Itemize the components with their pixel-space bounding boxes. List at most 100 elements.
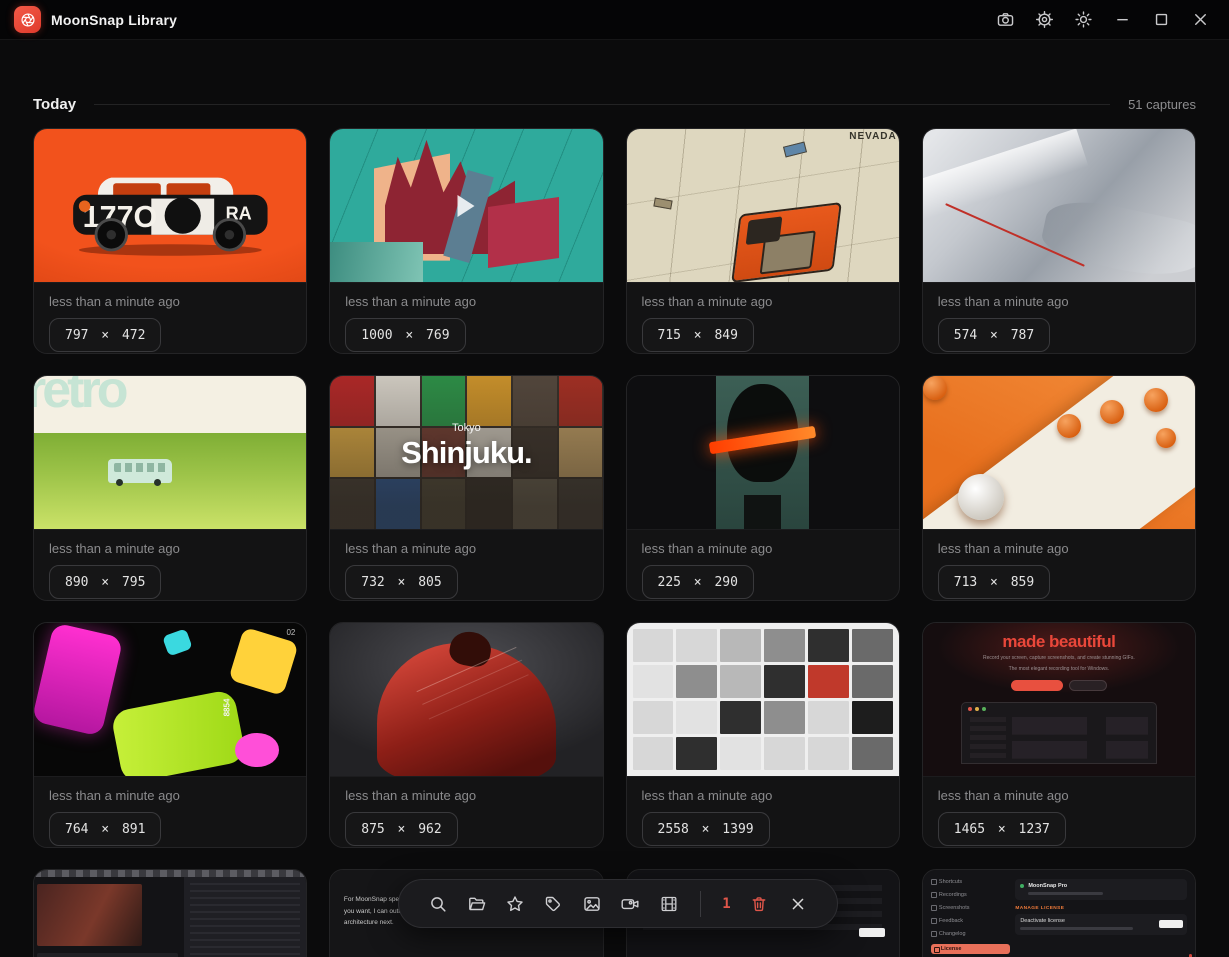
tag-icon — [543, 894, 563, 914]
dimensions-text: 715 × 849 — [658, 328, 738, 343]
dimensions-text: 574 × 787 — [954, 328, 1034, 343]
open-folder-icon — [467, 894, 487, 914]
capture-meta: less than a minute ago 713 × 859 — [923, 530, 1195, 599]
dimensions-badge: 1465 × 1237 — [938, 812, 1066, 846]
capture-card[interactable]: less than a minute ago 875 × 962 — [329, 622, 603, 848]
favorite-button[interactable] — [498, 885, 532, 923]
library-content: Today 51 captures 177O RA less than a mi… — [0, 96, 1229, 957]
capture-thumbnail: Tokyo Shinjuku. — [330, 376, 602, 530]
dimensions-badge: 225 × 290 — [642, 565, 754, 599]
theme-button[interactable] — [1068, 5, 1098, 35]
white-knob — [958, 474, 1004, 520]
minimize-button[interactable] — [1107, 5, 1137, 35]
dimensions-badge: 715 × 849 — [642, 318, 754, 352]
capture-thumbnail: 02 8854 — [34, 623, 306, 777]
capture-timestamp: less than a minute ago — [938, 541, 1180, 556]
action-toolbar: 1 — [398, 879, 838, 928]
debris — [653, 198, 672, 210]
capture-count: 51 captures — [1128, 97, 1196, 112]
search-button[interactable] — [421, 885, 455, 923]
tag-button[interactable] — [536, 885, 570, 923]
capture-meta: less than a minute ago 875 × 962 — [330, 777, 602, 846]
titlebar: MoonSnap Library — [0, 0, 1229, 40]
capture-meta: less than a minute ago 764 × 891 — [34, 777, 306, 846]
star-icon — [505, 894, 525, 914]
gifs-filter-button[interactable] — [651, 885, 685, 923]
film-strip-icon — [659, 894, 679, 914]
toolbar-divider — [700, 891, 701, 917]
dimensions-badge: 875 × 962 — [345, 812, 457, 846]
capture-thumbnail — [923, 129, 1195, 283]
trash-icon — [749, 894, 769, 914]
capture-timestamp: less than a minute ago — [49, 294, 291, 309]
capture-thumbnail: 177O RA — [34, 129, 306, 283]
capture-timestamp: less than a minute ago — [345, 788, 587, 803]
video-camera-icon — [620, 894, 640, 914]
comic-car — [732, 202, 843, 283]
capture-card[interactable]: less than a minute ago 1000 × 769 — [329, 128, 603, 354]
capture-thumbnail — [330, 623, 602, 777]
capture-thumbnail — [627, 623, 899, 777]
capture-card[interactable]: NEVADA less than a minute ago 715 × 849 — [626, 128, 900, 354]
capture-button[interactable] — [990, 5, 1020, 35]
dimensions-badge: 890 × 795 — [49, 565, 161, 599]
glitch-shape — [330, 242, 423, 282]
capture-card[interactable] — [33, 869, 307, 957]
camera-icon — [996, 10, 1015, 29]
glitch-shape — [488, 197, 559, 268]
capture-thumbnail: Shortcuts Recordings Screenshots Feedbac… — [923, 870, 1195, 957]
retro-title-text: retro — [34, 376, 124, 420]
capture-meta: less than a minute ago 732 × 805 — [330, 530, 602, 599]
dimensions-badge: 713 × 859 — [938, 565, 1050, 599]
selected-count: 1 — [715, 896, 739, 912]
capture-meta: less than a minute ago 797 × 472 — [34, 283, 306, 352]
capture-thumbnail — [627, 376, 899, 530]
capture-timestamp: less than a minute ago — [345, 541, 587, 556]
dimensions-text: 875 × 962 — [361, 822, 441, 837]
dimensions-badge: 732 × 805 — [345, 565, 457, 599]
dimensions-badge: 1000 × 769 — [345, 318, 465, 352]
capture-timestamp: less than a minute ago — [345, 294, 587, 309]
red-wire — [945, 203, 1085, 267]
dimensions-text: 2558 × 1399 — [658, 822, 754, 837]
capture-timestamp: less than a minute ago — [938, 294, 1180, 309]
minimize-icon — [1113, 10, 1132, 29]
capture-card[interactable]: less than a minute ago 574 × 787 — [922, 128, 1196, 354]
capture-card[interactable]: retro less than a minute ago 890 × 795 — [33, 375, 307, 601]
capture-meta: less than a minute ago 1465 × 1237 — [923, 777, 1195, 846]
capture-meta: less than a minute ago 715 × 849 — [627, 283, 899, 352]
videos-filter-button[interactable] — [613, 885, 647, 923]
deselect-button[interactable] — [781, 885, 815, 923]
capture-meta: less than a minute ago 574 × 787 — [923, 283, 1195, 352]
dimensions-text: 1465 × 1237 — [954, 822, 1050, 837]
close-button[interactable] — [1185, 5, 1215, 35]
delete-button[interactable] — [742, 885, 776, 923]
maximize-icon — [1152, 10, 1171, 29]
capture-timestamp: less than a minute ago — [642, 788, 884, 803]
dimensions-badge: 2558 × 1399 — [642, 812, 770, 846]
close-selection-icon — [788, 894, 808, 914]
capture-meta: less than a minute ago 2558 × 1399 — [627, 777, 899, 846]
capture-card[interactable]: made beautiful Record your screen, captu… — [922, 622, 1196, 848]
folder-button[interactable] — [459, 885, 493, 923]
capture-card[interactable]: less than a minute ago 713 × 859 — [922, 375, 1196, 601]
section-title: Today — [33, 96, 76, 113]
app-title: MoonSnap Library — [51, 12, 177, 28]
settings-button[interactable] — [1029, 5, 1059, 35]
capture-card[interactable]: less than a minute ago 225 × 290 — [626, 375, 900, 601]
capture-card[interactable]: 177O RA less than a minute ago 797 × 472 — [33, 128, 307, 354]
capture-card[interactable]: 02 8854 less than a minute ago 764 × 891 — [33, 622, 307, 848]
images-filter-button[interactable] — [575, 885, 609, 923]
dimensions-text: 732 × 805 — [361, 575, 441, 590]
capture-card[interactable]: Tokyo Shinjuku. less than a minute ago 7… — [329, 375, 603, 601]
capture-meta: less than a minute ago 1000 × 769 — [330, 283, 602, 352]
capture-timestamp: less than a minute ago — [49, 541, 291, 556]
capture-card[interactable]: Shortcuts Recordings Screenshots Feedbac… — [922, 869, 1196, 957]
capture-thumbnail: made beautiful Record your screen, captu… — [923, 623, 1195, 777]
capture-timestamp: less than a minute ago — [49, 788, 291, 803]
capture-thumbnail — [330, 129, 602, 283]
debris — [783, 142, 807, 158]
maximize-button[interactable] — [1146, 5, 1176, 35]
capture-card[interactable]: less than a minute ago 2558 × 1399 — [626, 622, 900, 848]
dimensions-text: 890 × 795 — [65, 575, 145, 590]
